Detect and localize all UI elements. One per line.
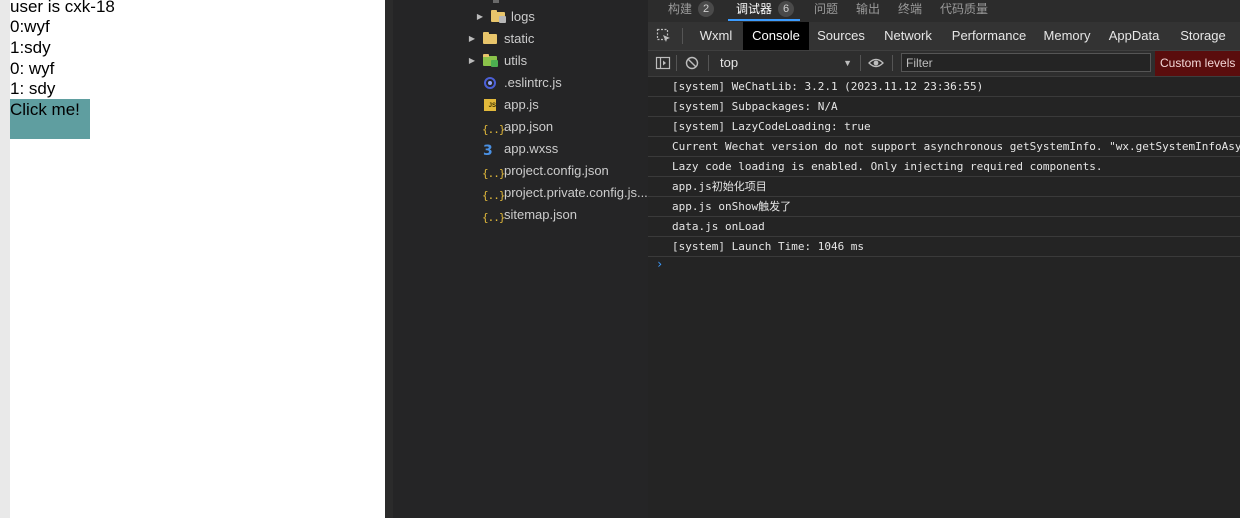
tab-label: 构建 — [668, 2, 693, 16]
tab-wxml[interactable]: Wxml — [692, 22, 740, 50]
toolbar-divider — [682, 28, 683, 44]
toolbar-divider — [860, 55, 861, 71]
console-message: [system] LazyCodeLoading: true — [648, 117, 1240, 137]
json-file-icon: {..} — [482, 167, 505, 180]
eslint-icon — [483, 76, 497, 90]
tab-console[interactable]: Console — [743, 22, 809, 50]
dropdown-arrow-icon: ▼ — [843, 58, 852, 68]
tab-sources[interactable]: Sources — [812, 22, 870, 50]
tab-build[interactable]: 构建 2 — [668, 0, 715, 18]
simulator-view: user is cxk-18 0:wyf 1:sdy 0: wyf 1: sdy… — [0, 0, 385, 518]
toolbar-divider — [676, 55, 677, 71]
tree-file-app-json[interactable]: {..} app.json — [482, 116, 645, 138]
debug-tab-bar: 构建 2 调试器 6 问题 输出 终端 代码质量 — [648, 0, 1240, 22]
tree-file-app-wxss[interactable]: 3 app.wxss — [483, 138, 645, 160]
tab-appdata[interactable]: AppData — [1106, 22, 1162, 50]
tree-item-label: app.json — [504, 119, 554, 134]
tab-memory[interactable]: Memory — [1040, 22, 1094, 50]
tree-file-eslintrc[interactable]: .eslintrc.js — [483, 72, 645, 94]
tree-item-label: project.private.config.js... — [504, 185, 648, 200]
toolbar-divider — [708, 55, 709, 71]
tree-item-label: app.wxss — [504, 141, 559, 156]
console-message: Current Wechat version do not support as… — [648, 137, 1240, 157]
eye-icon[interactable] — [868, 55, 884, 71]
sim-text-item: 0: wyf — [10, 59, 55, 78]
tree-item-label: logs — [511, 9, 535, 24]
console-toolbar: top ▼ Custom levels ▼ — [648, 51, 1240, 77]
tree-item-label: sitemap.json — [504, 207, 577, 222]
json-file-icon: {..} — [482, 189, 505, 202]
click-me-button[interactable]: Click me! — [10, 99, 90, 139]
sidebar-toggle-icon[interactable] — [655, 55, 671, 71]
tab-code-quality[interactable]: 代码质量 — [940, 0, 988, 18]
tab-output[interactable]: 输出 — [856, 0, 880, 18]
scroll-fragment — [493, 0, 499, 3]
tab-performance[interactable]: Performance — [948, 22, 1030, 50]
log-levels-dropdown[interactable]: Custom levels ▼ — [1155, 51, 1240, 76]
console-message: [system] Launch Time: 1046 ms — [648, 237, 1240, 257]
inspect-element-icon[interactable] — [656, 28, 672, 44]
simulator-edge — [0, 0, 10, 518]
console-message: [system] Subpackages: N/A — [648, 97, 1240, 117]
chevron-right-icon[interactable]: ▶ — [467, 50, 477, 72]
js-file-icon: JS — [483, 98, 497, 112]
tree-item-label: project.config.json — [504, 163, 609, 178]
context-select[interactable]: top ▼ — [716, 53, 852, 73]
tab-storage[interactable]: Storage — [1174, 22, 1232, 50]
chevron-right-icon[interactable]: ▶ — [467, 28, 477, 50]
folder-icon — [483, 32, 497, 46]
sim-text-item: 1:sdy — [10, 38, 51, 57]
json-file-icon: {..} — [482, 123, 505, 136]
tree-item-label: utils — [504, 53, 528, 68]
tree-folder-static[interactable]: ▶ static — [467, 28, 645, 50]
console-message: app.js onShow触发了 — [648, 197, 1240, 217]
tab-terminal[interactable]: 终端 — [898, 0, 922, 18]
json-file-icon: {..} — [482, 211, 505, 224]
tree-folder-logs[interactable]: ▶ logs — [475, 6, 645, 28]
devtools-panel-tabs: Wxml Console Sources Network Performance… — [648, 22, 1240, 51]
console-message: data.js onLoad — [648, 217, 1240, 237]
sim-text-item: 0:wyf — [10, 17, 50, 36]
chevron-right-icon[interactable]: ▶ — [475, 6, 485, 28]
filter-input[interactable] — [901, 53, 1151, 72]
css-file-icon: 3 — [483, 143, 493, 159]
tab-network[interactable]: Network — [878, 22, 938, 50]
tree-file-sitemap[interactable]: {..} sitemap.json — [482, 204, 645, 226]
console-output: [system] WeChatLib: 3.2.1 (2023.11.12 23… — [648, 77, 1240, 518]
sim-text-item: 1: sdy — [10, 79, 56, 98]
toolbar-divider — [892, 55, 893, 71]
active-tab-indicator — [728, 19, 800, 21]
count-badge: 6 — [778, 1, 795, 17]
sim-text-user: user is cxk-18 — [10, 0, 115, 16]
file-explorer: ▶ logs ▶ static ▶ utils .eslintrc.js JS … — [393, 0, 648, 518]
tree-item-label: .eslintrc.js — [504, 75, 562, 90]
tree-file-project-config[interactable]: {..} project.config.json — [482, 160, 645, 182]
folder-icon — [483, 54, 498, 68]
tab-problems[interactable]: 问题 — [814, 0, 838, 18]
console-prompt[interactable]: › — [656, 257, 663, 271]
devtools-panel: 构建 2 调试器 6 问题 输出 终端 代码质量 Wxml Console Sour… — [648, 0, 1240, 518]
tree-file-project-private-config[interactable]: {..} project.private.config.js... — [482, 182, 648, 204]
tree-file-app-js[interactable]: JS app.js — [483, 94, 645, 116]
count-badge: 2 — [698, 1, 715, 17]
tree-item-label: static — [504, 31, 535, 46]
tab-label: 调试器 — [736, 2, 773, 16]
console-message: [system] WeChatLib: 3.2.1 (2023.11.12 23… — [648, 77, 1240, 97]
panel-splitter[interactable] — [385, 0, 393, 518]
tree-folder-utils[interactable]: ▶ utils — [467, 50, 645, 72]
tab-debugger[interactable]: 调试器 6 — [736, 0, 795, 18]
tree-item-label: app.js — [504, 97, 539, 112]
context-value: top — [720, 55, 739, 70]
console-message: Lazy code loading is enabled. Only injec… — [648, 157, 1240, 177]
console-message: app.js初始化项目 — [648, 177, 1240, 197]
folder-icon — [491, 10, 506, 24]
clear-console-icon[interactable] — [684, 55, 700, 71]
